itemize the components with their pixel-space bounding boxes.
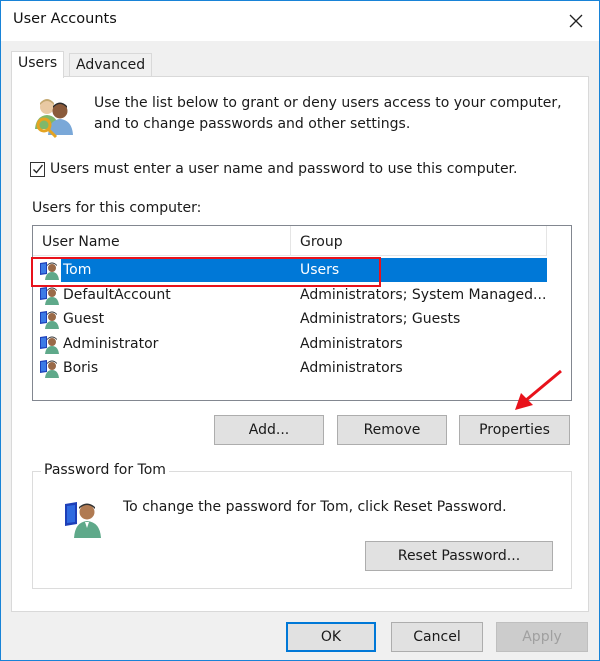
title-bar: User Accounts bbox=[1, 1, 599, 41]
window-title: User Accounts bbox=[13, 11, 117, 27]
user-computer-icon bbox=[40, 311, 59, 329]
cancel-button[interactable]: Cancel bbox=[391, 622, 483, 652]
password-groupbox: Password for Tom To change the password … bbox=[32, 462, 572, 589]
user-group-cell: Administrators; Guests bbox=[300, 311, 461, 327]
users-key-icon bbox=[35, 99, 73, 139]
user-group-cell: Administrators; System Managed... bbox=[300, 286, 547, 303]
user-group-cell: Users bbox=[291, 258, 547, 282]
user-list-row[interactable]: Boris Administrators bbox=[33, 356, 547, 380]
intro-text: Use the list below to grant or deny user… bbox=[94, 93, 574, 135]
user-list-row[interactable]: Administrator Administrators bbox=[33, 332, 547, 356]
require-login-checkbox[interactable] bbox=[30, 161, 45, 177]
column-header-user-name[interactable]: User Name bbox=[33, 226, 291, 256]
column-header-group[interactable]: Group bbox=[291, 226, 547, 256]
ok-button[interactable]: OK bbox=[286, 622, 376, 652]
require-login-label: Users must enter a user name and passwor… bbox=[50, 161, 518, 177]
properties-button[interactable]: Properties bbox=[459, 415, 570, 445]
users-list-label: Users for this computer: bbox=[32, 200, 202, 216]
tab-advanced-label: Advanced bbox=[76, 57, 146, 73]
list-header: User Name Group bbox=[33, 226, 547, 256]
tab-users[interactable]: Users bbox=[11, 51, 65, 78]
close-icon bbox=[569, 14, 583, 28]
user-name-cell: Boris bbox=[63, 360, 99, 376]
user-name-cell: Guest bbox=[63, 311, 105, 327]
user-name-cell: Tom bbox=[61, 258, 291, 282]
checkmark-icon bbox=[32, 164, 43, 174]
user-name-cell: Administrator bbox=[63, 335, 159, 352]
tab-users-label: Users bbox=[18, 55, 58, 71]
user-list-row[interactable]: Guest Administrators; Guests bbox=[33, 307, 547, 331]
user-computer-icon bbox=[65, 502, 101, 538]
remove-user-button[interactable]: Remove bbox=[337, 415, 447, 445]
intro-text-line2: and to change passwords and other settin… bbox=[94, 116, 411, 132]
user-group-cell: Administrators bbox=[300, 335, 403, 352]
user-computer-icon bbox=[40, 262, 59, 280]
require-login-checkbox-row[interactable]: Users must enter a user name and passwor… bbox=[30, 161, 517, 177]
users-list[interactable]: User Name Group Tom Users DefaultAccount Ad… bbox=[32, 225, 572, 401]
user-group-cell: Administrators bbox=[300, 360, 403, 376]
user-name-cell: DefaultAccount bbox=[63, 286, 171, 303]
tab-advanced[interactable]: Advanced bbox=[69, 53, 153, 77]
users-tab-panel: Use the list below to grant or deny user… bbox=[11, 76, 589, 612]
reset-password-button[interactable]: Reset Password... bbox=[365, 541, 553, 571]
user-computer-icon bbox=[40, 335, 59, 354]
user-computer-icon bbox=[40, 360, 59, 378]
intro-text-line1: Use the list below to grant or deny user… bbox=[94, 95, 562, 111]
user-list-row[interactable]: DefaultAccount Administrators; System Man… bbox=[33, 283, 547, 307]
password-instructions: To change the password for Tom, click Re… bbox=[123, 499, 507, 515]
add-user-button[interactable]: Add... bbox=[214, 415, 324, 445]
password-groupbox-legend: Password for Tom bbox=[41, 462, 169, 478]
close-button[interactable] bbox=[553, 1, 599, 41]
user-accounts-dialog: User Accounts Users Advanced Use the lis… bbox=[0, 0, 600, 661]
apply-button[interactable]: Apply bbox=[496, 622, 588, 652]
user-list-row[interactable]: Tom Users bbox=[33, 258, 547, 282]
user-computer-icon bbox=[40, 286, 59, 305]
